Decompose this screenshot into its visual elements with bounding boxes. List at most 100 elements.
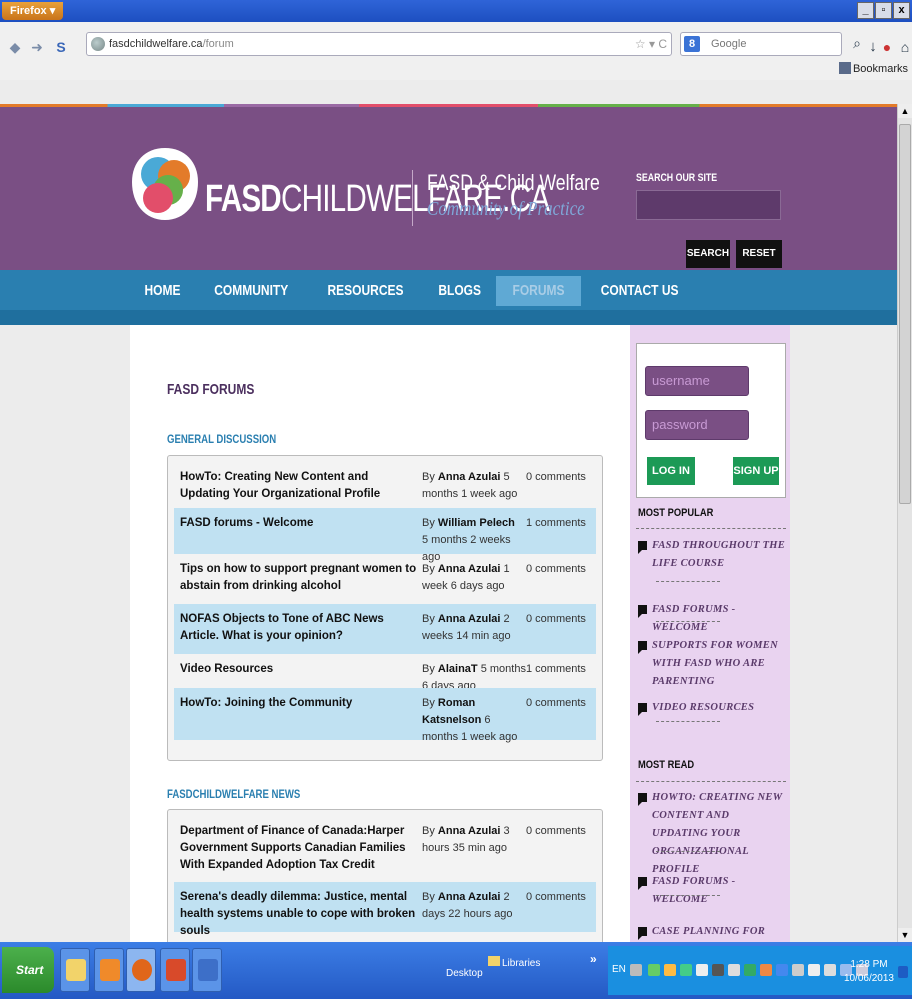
forum-topic-link[interactable]: NOFAS Objects to Tone of ABC News Articl…: [180, 611, 420, 645]
close-button[interactable]: x: [893, 2, 910, 19]
nav-forums[interactable]: FORUMS: [495, 276, 581, 306]
most-read-item[interactable]: CASE PLANNING FOR WOMEN: [638, 923, 786, 941]
minimize-button[interactable]: _: [857, 2, 874, 19]
taskbar-explorer-button[interactable]: [60, 948, 90, 992]
site-search-button[interactable]: SEARCH: [686, 240, 730, 268]
flag-icon[interactable]: [808, 964, 820, 976]
libraries-toolbar-label[interactable]: Libraries: [488, 956, 540, 969]
tray-app-icon[interactable]: [664, 964, 676, 976]
forum-topic-link[interactable]: Tips on how to support pregnant women to…: [180, 561, 420, 595]
folder-icon: [66, 959, 86, 981]
home-icon[interactable]: ⌂: [896, 38, 912, 56]
tray-app-icon[interactable]: [680, 964, 692, 976]
author-link[interactable]: Anna Azulai: [438, 613, 501, 625]
nav-community[interactable]: COMMUNITY: [195, 276, 308, 306]
speech-bubble-icon: [638, 605, 647, 618]
table-row: HowTo: Creating New Content and Updating…: [174, 462, 596, 508]
site-search-input[interactable]: [636, 190, 781, 220]
start-button[interactable]: Start: [2, 947, 54, 993]
desktop-toolbar-label[interactable]: Desktop: [446, 968, 483, 979]
search-icon[interactable]: ⌕: [853, 35, 861, 52]
tray-app-icon[interactable]: [760, 964, 772, 976]
signup-button[interactable]: SIGN UP: [733, 457, 779, 485]
battery-icon[interactable]: [824, 964, 836, 976]
comment-count: 0 comments: [526, 613, 586, 625]
scroll-up-arrow-icon[interactable]: ▲: [898, 104, 912, 118]
tray-app-icon[interactable]: [792, 964, 804, 976]
taskbar-powerpoint-button[interactable]: [160, 948, 190, 992]
toolbar-chevron[interactable]: »: [590, 952, 597, 966]
taskbar-word-button[interactable]: [192, 948, 222, 992]
most-popular-item[interactable]: FASD THROUGHOUT THE LIFE COURSE: [638, 537, 786, 589]
speech-bubble-icon: [638, 541, 647, 554]
forum-topic-link[interactable]: HowTo: Joining the Community: [180, 695, 420, 712]
nav-blogs[interactable]: BLOGS: [423, 276, 496, 306]
site-logo-icon[interactable]: [130, 146, 200, 222]
nav-contact-us[interactable]: CONTACT US: [581, 276, 698, 306]
tray-app-icon[interactable]: [728, 964, 740, 976]
most-read-item[interactable]: HOWTO: CREATING NEW CONTENT AND UPDATING…: [638, 789, 786, 875]
most-popular-item[interactable]: SUPPORTS FOR WOMEN WITH FASD WHO ARE PAR…: [638, 637, 786, 691]
forum-topic-link[interactable]: Serena's deadly dilemma: Justice, mental…: [180, 889, 420, 940]
right-sidebar: username password LOG IN SIGN UP MOST PO…: [630, 325, 790, 942]
most-popular-item[interactable]: VIDEO RESOURCES: [638, 699, 786, 729]
author-link[interactable]: Anna Azulai: [438, 471, 501, 483]
author-link[interactable]: AlainaT: [438, 663, 478, 675]
page-title: FASD FORUMS: [167, 381, 255, 398]
tagline-title: FASD & Child Welfare: [427, 170, 600, 195]
most-read-item[interactable]: FASD FORUMS - WELCOME: [638, 873, 786, 905]
tray-app-icon[interactable]: [776, 964, 788, 976]
section-heading-news[interactable]: FASDCHILDWELFARE NEWS: [167, 787, 300, 801]
forum-topic-link[interactable]: Video Resources: [180, 661, 420, 678]
speech-bubble-icon: [638, 641, 647, 654]
author-link[interactable]: William Pelech: [438, 517, 515, 529]
google-icon[interactable]: 8: [684, 36, 700, 52]
username-field[interactable]: username: [645, 366, 749, 396]
firefox-menu-button[interactable]: Firefox ▾: [2, 2, 64, 20]
sync-s-icon[interactable]: S: [52, 38, 70, 56]
most-popular-item[interactable]: FASD FORUMS - WELCOME: [638, 601, 786, 633]
forum-topic-link[interactable]: Department of Finance of Canada:Harper G…: [180, 823, 420, 874]
taskbar-outlook-button[interactable]: [94, 948, 124, 992]
word-icon: [198, 959, 218, 981]
browser-search-box[interactable]: 8 Google ⌕: [680, 32, 861, 56]
tray-app-icon[interactable]: [648, 964, 660, 976]
back-arrow-icon[interactable]: ◆: [6, 38, 24, 56]
taskbar-clock[interactable]: 1:28 PM 10/06/2013: [844, 958, 894, 986]
section-heading-general-discussion[interactable]: GENERAL DISCUSSION: [167, 432, 276, 446]
keyboard-icon[interactable]: [630, 964, 642, 976]
bookmark-star-icon[interactable]: ☆ ▾ C: [635, 37, 667, 51]
maximize-button[interactable]: ▫: [875, 2, 892, 19]
site-reset-button[interactable]: RESET: [736, 240, 782, 268]
volume-icon[interactable]: [696, 964, 708, 976]
author-link[interactable]: Anna Azulai: [438, 891, 501, 903]
table-row: NOFAS Objects to Tone of ABC News Articl…: [174, 604, 596, 654]
nav-resources[interactable]: RESOURCES: [308, 276, 423, 306]
scrollbar-thumb[interactable]: [899, 124, 911, 504]
tray-app-icon[interactable]: [744, 964, 756, 976]
forward-arrow-icon[interactable]: ➜: [28, 38, 46, 56]
nav-home[interactable]: HOME: [130, 276, 195, 306]
author-link[interactable]: Anna Azulai: [438, 825, 501, 837]
forum-topic-link[interactable]: HowTo: Creating New Content and Updating…: [180, 469, 420, 503]
show-desktop-button[interactable]: [898, 966, 908, 978]
forum-topic-link[interactable]: FASD forums - Welcome: [180, 515, 420, 532]
main-content: FASD FORUMS GENERAL DISCUSSION HowTo: Cr…: [130, 325, 630, 942]
taskbar-firefox-button[interactable]: [126, 948, 156, 992]
topic-author: By Anna Azulai 2 days 22 hours ago: [422, 891, 513, 920]
addon-icon[interactable]: ●: [878, 38, 896, 56]
scroll-down-arrow-icon[interactable]: ▼: [898, 928, 912, 942]
item-divider: [656, 721, 720, 722]
login-button[interactable]: LOG IN: [647, 457, 695, 485]
vertical-scrollbar[interactable]: ▲ ▼: [897, 104, 912, 942]
comment-count: 0 comments: [526, 697, 586, 709]
bookmarks-icon: [838, 62, 851, 74]
item-divider: [656, 895, 720, 896]
address-bar[interactable]: fasdchildwelfare.ca/forum ☆ ▾ C: [86, 32, 672, 56]
language-indicator[interactable]: EN: [612, 964, 626, 975]
comment-count: 0 comments: [526, 891, 586, 903]
bookmarks-menu[interactable]: Bookmarks: [838, 62, 908, 75]
author-link[interactable]: Anna Azulai: [438, 563, 501, 575]
password-field[interactable]: password: [645, 410, 749, 440]
tray-app-icon[interactable]: [712, 964, 724, 976]
